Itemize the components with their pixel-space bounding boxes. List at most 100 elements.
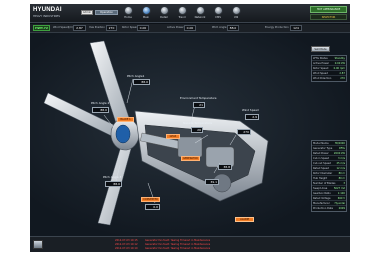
wind-speed-overlay-value: 2.9	[245, 114, 259, 120]
info-value: 3 m/s	[338, 156, 345, 160]
hub-spinner	[115, 124, 131, 144]
log-time: 2012-07-03 10:12	[115, 243, 138, 246]
nav-label: Network	[194, 16, 206, 19]
info-value: 25 m/s	[336, 161, 345, 165]
company-logo-subtitle: HEAVY INDUSTRIES	[33, 14, 61, 18]
status-info-table: WTG Status Standby Active Power 0.00 kW Ro…	[311, 55, 347, 82]
nacelle-temp-value: 26	[191, 127, 203, 133]
set-mode-button[interactable]: Set Mode	[311, 46, 330, 52]
turbine-spec-table: Model Name HQ2000 Generator Type DFIG Rate…	[311, 140, 347, 212]
info-value: 0.00 rpm	[333, 66, 345, 70]
generator-alarm-tag[interactable]: GENERATOR	[181, 156, 200, 161]
info-key: Cut-in Speed	[313, 156, 330, 160]
pitch-angle-3-value: 88.0	[105, 181, 122, 187]
info-value: Standby	[334, 56, 345, 60]
converter-alarm-tag[interactable]: CONVERTER	[141, 197, 160, 202]
info-key: Gearbox Ratio	[313, 191, 331, 195]
cms-icon	[213, 6, 223, 15]
scada-window: HYUNDAI HEAVY INDUSTRIES Admin Operation…	[30, 4, 350, 252]
info-key: Rated Power	[313, 151, 329, 155]
info-value: 2000 kW	[333, 151, 345, 155]
info-key: Wind Direction	[313, 76, 332, 80]
info-value: 1:100	[337, 191, 345, 195]
alarm-banner[interactable]: HOT APPEARANCE	[310, 6, 347, 13]
company-logo: HYUNDAI	[33, 7, 62, 13]
info-value: 5027 m2	[333, 186, 345, 190]
info-key: Cut-out Speed	[313, 161, 331, 165]
info-key: WTG Status	[313, 56, 328, 60]
info-value: 270	[340, 76, 345, 80]
nav-detail-button[interactable]: Detail	[156, 6, 172, 22]
nav-label: Detail	[160, 16, 168, 19]
gear-temp-value: 39.1	[205, 179, 219, 185]
pitch-value: 88.0	[227, 25, 239, 31]
gear-alarm-tag[interactable]: GEAR	[166, 134, 180, 139]
log-entry[interactable]: 2012-07-03 10:10 Generator fan fault: Yaw…	[115, 247, 265, 251]
turbine-view: Pitch Angle1 88.0 Pitch Angle 2 88.0 Pit…	[30, 33, 350, 236]
blade-left	[43, 92, 119, 138]
info-value: 690 V	[337, 196, 345, 200]
nacelle-temp-label: Nacelle Temperature	[183, 121, 212, 125]
rotor-label: Rotor Speed	[122, 26, 138, 29]
nav-network-button[interactable]: Network	[192, 6, 208, 22]
info-key: Active Power	[313, 61, 330, 65]
info-value: 2.87	[339, 71, 345, 75]
info-value: 80 m	[338, 176, 345, 180]
pitch-angle-1-value: 88.0	[133, 79, 150, 85]
info-value: 12 m/s	[336, 166, 345, 170]
nav-label: Home	[124, 16, 132, 19]
nav-home-button[interactable]: Home	[120, 6, 136, 22]
user-field[interactable]: Admin	[81, 10, 93, 15]
info-key: Model Name	[313, 141, 329, 145]
yaw-label: Yaw Position	[89, 26, 105, 29]
wind-speed-overlay-label: Wind Speed	[242, 108, 259, 112]
wind-speed-value: 2.87	[73, 25, 86, 31]
nav-main-button[interactable]: Main	[138, 6, 154, 22]
info-value: 80 m	[338, 171, 345, 175]
util-icon	[231, 6, 241, 15]
rotor-overlay-value: 0.0	[145, 204, 160, 210]
pitch-angle-2-label: Pitch Angle 2	[91, 101, 110, 105]
log-message: Generator fan fault: Yawing Timeout in M…	[145, 239, 211, 242]
wind-speed-label: Wind Speed[m/s]	[53, 26, 76, 29]
yaw-value: 270	[106, 25, 117, 31]
pitch-angle-2-value: 88.0	[92, 107, 109, 113]
log-message: Generator fan fault: Yawing Timeout in M…	[145, 247, 211, 250]
info-key: Manufacturer	[313, 201, 330, 205]
info-value: 3	[343, 181, 345, 185]
info-value: 2009	[338, 206, 345, 210]
gearbox	[177, 136, 203, 158]
turbine-illustration	[43, 40, 269, 226]
trend-icon	[177, 6, 187, 15]
top-toolbar: HYUNDAI HEAVY INDUSTRIES Admin Operation…	[30, 4, 350, 23]
table-row: Production Date 2009	[312, 206, 346, 211]
environment-temp-value: 21	[193, 102, 205, 108]
table-row: Wind Direction 270	[312, 76, 346, 81]
gen-temp-value: 38.8	[218, 164, 232, 170]
alarm-selector[interactable]: SELECTOR	[310, 14, 347, 20]
nav-label: Util	[233, 16, 239, 19]
energy-value: 124	[290, 25, 302, 31]
alarm-button[interactable]: ALARM	[235, 217, 254, 222]
log-message: Generator fan fault: Yawing Timeout in M…	[145, 243, 211, 246]
energy-label: Energy Production	[265, 26, 289, 29]
nav-util-button[interactable]: Util	[228, 6, 244, 22]
rotor-value: 0.00	[137, 25, 149, 31]
info-value: HQ2000	[334, 141, 345, 145]
blade-alarm-tag[interactable]: BLADE 1	[117, 117, 134, 122]
turbine-id-badge: HWT-72	[33, 25, 50, 31]
info-key: Swept Area	[313, 186, 328, 190]
info-key: Rotor Speed	[313, 66, 329, 70]
nav-cms-button[interactable]: CMS	[210, 6, 226, 22]
log-time: 2012-07-03 10:10	[115, 247, 138, 250]
yaw-overlay-value: 270	[237, 129, 251, 135]
power-value: 0.00	[184, 25, 196, 31]
info-key: Rated Voltage	[313, 196, 331, 200]
nav-trend-button[interactable]: Trend	[174, 6, 190, 22]
info-key: Hub Height	[313, 176, 328, 180]
main-icon	[141, 6, 151, 15]
power-label: Active Power	[167, 26, 184, 29]
pitch-angle-3-label: Pitch Angle 3	[103, 175, 122, 179]
mode-field[interactable]: Operation	[95, 10, 118, 15]
monitor-icon[interactable]	[33, 240, 43, 249]
